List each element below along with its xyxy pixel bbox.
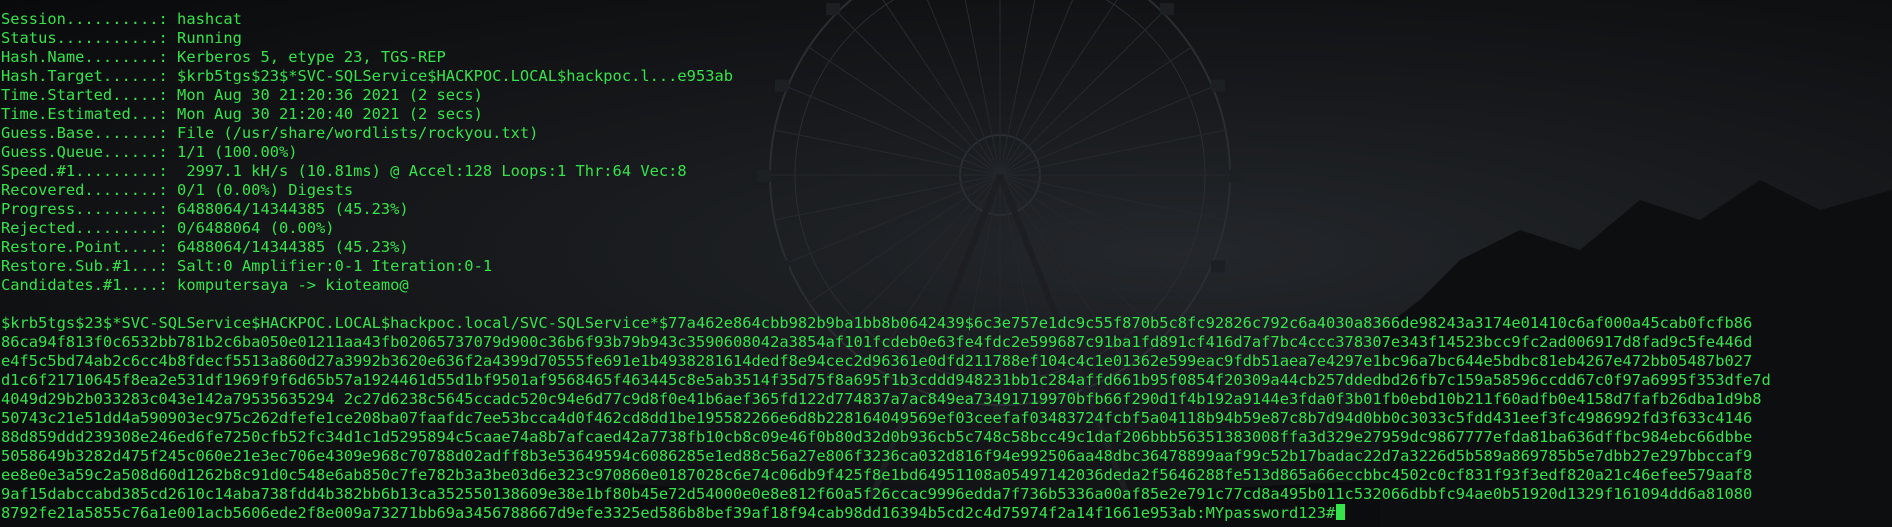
hash-line: e4f5c5bd74ab2c6cc4b8fdecf5513a860d27a399… <box>1 352 1753 370</box>
status-line: Restore.Point....: 6488064/14344385 (45.… <box>1 238 409 256</box>
hashcat-status-block: Session..........: hashcat Status.......… <box>1 10 1891 295</box>
hash-line: 9af15dabccabd385cd2610c14aba738fdd4b382b… <box>1 485 1753 503</box>
status-line: Progress.........: 6488064/14344385 (45.… <box>1 200 409 218</box>
hash-line: 50743c21e51dd4a590903ec975c262dfefe1ce20… <box>1 409 1753 427</box>
hash-line: ee8e0e3a59c2a508d60d1262b8c91d0c548e6ab8… <box>1 466 1753 484</box>
terminal-output: Session..........: hashcat Status.......… <box>1 10 1891 523</box>
status-line: Hash.Target......: $krb5tgs$23$*SVC-SQLS… <box>1 67 734 85</box>
status-line: Time.Started.....: Mon Aug 30 21:20:36 2… <box>1 86 483 104</box>
status-line: Rejected.........: 0/6488064 (0.00%) <box>1 219 335 237</box>
status-line: Guess.Base.......: File (/usr/share/word… <box>1 124 539 142</box>
cracked-hash-result: 8792fe21a5855c76a1e001acb5606ede2f8e009a… <box>1 504 1336 522</box>
hash-line: 88d859ddd239308e246ed6fe7250cfb52fc34d1c… <box>1 428 1753 446</box>
status-line: Time.Estimated...: Mon Aug 30 21:20:40 2… <box>1 105 483 123</box>
hash-line: 86ca94f813f0c6532bb781b2c6ba050e01211aa4… <box>1 333 1753 351</box>
hash-line: $krb5tgs$23$*SVC-SQLService$HACKPOC.LOCA… <box>1 314 1753 332</box>
terminal-cursor <box>1336 504 1346 520</box>
status-line: Restore.Sub.#1...: Salt:0 Amplifier:0-1 … <box>1 257 493 275</box>
status-line: Speed.#1.........: 2997.1 kH/s (10.81ms)… <box>1 162 687 180</box>
status-line: Recovered........: 0/1 (0.00%) Digests <box>1 181 354 199</box>
status-line: Hash.Name........: Kerberos 5, etype 23,… <box>1 48 446 66</box>
hash-line: d1c6f21710645f8ea2e531df1969f9f6d65b57a1… <box>1 371 1771 389</box>
hash-line: 4049d29b2b033283c043e142a79535635294 2c2… <box>1 390 1762 408</box>
status-line: Guess.Queue......: 1/1 (100.00%) <box>1 143 298 161</box>
status-line: Candidates.#1....: komputersaya -> kiote… <box>1 276 409 294</box>
cracked-hash-output: $krb5tgs$23$*SVC-SQLService$HACKPOC.LOCA… <box>1 314 1891 523</box>
terminal-window[interactable]: Session..........: hashcat Status.......… <box>0 0 1892 527</box>
hash-line-last: 8792fe21a5855c76a1e001acb5606ede2f8e009a… <box>1 504 1891 523</box>
status-line: Status...........: Running <box>1 29 242 47</box>
hash-line: 5058649b3282d475f245c060e21e3ec706e4309e… <box>1 447 1753 465</box>
status-line: Session..........: hashcat <box>1 10 242 28</box>
